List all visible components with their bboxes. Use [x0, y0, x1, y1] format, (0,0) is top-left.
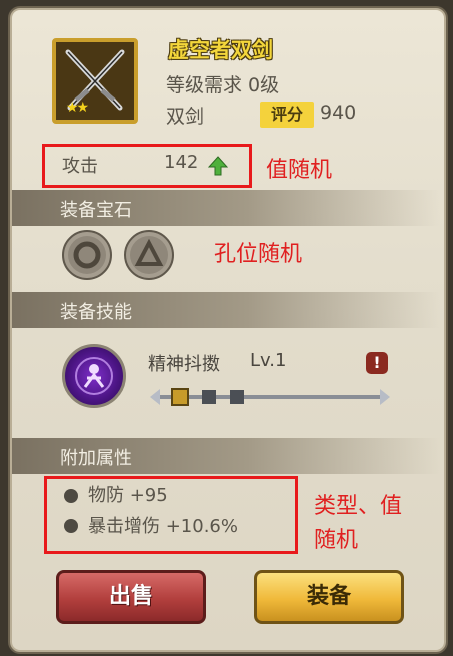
attack-highlight-box [42, 144, 252, 188]
rating-value: 940 [320, 102, 357, 124]
skill-progress-track [150, 388, 390, 406]
attributes-section-header: 附加属性 [12, 438, 440, 474]
type-value-random-note-line1: 类型、值 [314, 494, 403, 519]
rarity-stars: ★★ [66, 100, 89, 116]
weapon-icon-frame: ★★ [52, 38, 138, 124]
skills-section-header: 装备技能 [12, 292, 440, 328]
weapon-type: 双剑 [166, 106, 205, 128]
equip-button[interactable]: 装备 [254, 570, 404, 624]
sell-button[interactable]: 出售 [56, 570, 206, 624]
gems-section-header: 装备宝石 [12, 190, 440, 226]
skill-level: Lv.1 [250, 350, 287, 371]
circle-gem-slot-icon[interactable] [62, 230, 112, 280]
value-random-note: 值随机 [266, 158, 333, 183]
slot-random-note: 孔位随机 [214, 242, 303, 267]
skill-name: 精神抖擞 [148, 354, 220, 375]
triangle-gem-slot-icon[interactable] [124, 230, 174, 280]
attributes-highlight-box [44, 476, 298, 554]
item-name: 虚空者双剑 [168, 38, 273, 62]
gems-section-title: 装备宝石 [60, 200, 132, 221]
skill-warning-icon[interactable]: ! [366, 352, 388, 374]
type-value-random-note-line2: 随机 [314, 528, 359, 553]
skills-section-title: 装备技能 [60, 302, 132, 323]
attributes-section-title: 附加属性 [60, 448, 132, 469]
level-requirement: 等级需求 0级 [166, 74, 280, 96]
rating-badge: 评分 [260, 102, 314, 128]
spirit-skill-icon[interactable] [62, 344, 126, 408]
